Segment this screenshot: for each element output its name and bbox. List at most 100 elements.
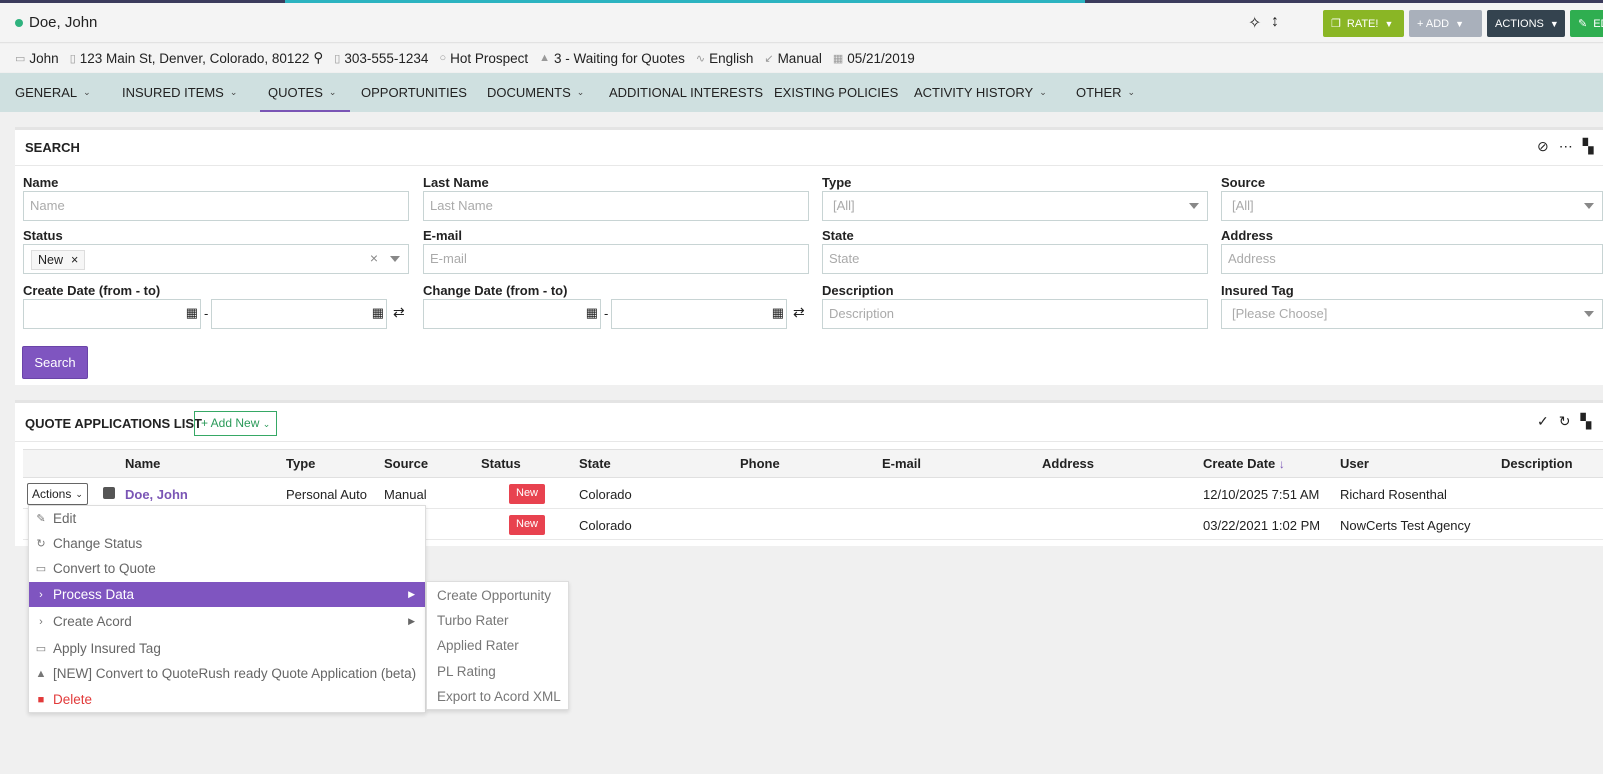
rate-button[interactable]: ❐ RATE! ▼ [1323, 10, 1404, 37]
last-name-input[interactable]: Last Name [423, 191, 809, 221]
submenu-arrow-icon: ▶ [408, 589, 415, 599]
submenu-pl-rating[interactable]: PL Rating [427, 659, 568, 684]
change-date-from[interactable]: ▦ [423, 299, 601, 329]
col-state[interactable]: State [579, 456, 611, 471]
map-pin-icon[interactable]: ⚲ [313, 50, 323, 66]
tab-activity-history[interactable]: ACTIVITY HISTORY ⌄ [914, 73, 1047, 112]
col-description[interactable]: Description [1501, 456, 1573, 471]
tab-existing-policies[interactable]: EXISTING POLICIES [774, 73, 898, 112]
row-create-date: 12/10/2025 7:51 AM [1203, 487, 1320, 502]
submenu-create-opportunity[interactable]: Create Opportunity [427, 583, 568, 608]
col-create-date[interactable]: Create Date ↓ [1203, 456, 1285, 471]
row-state: Colorado [579, 487, 632, 502]
actions-button[interactable]: ACTIONS ▼ [1487, 10, 1565, 37]
menu-item-edit[interactable]: ✎ Edit [29, 506, 425, 531]
tab-label: OPPORTUNITIES [361, 85, 467, 100]
caret-down-icon [1584, 203, 1594, 209]
menu-item-process-data[interactable]: › Process Data ▶ [29, 582, 425, 607]
caret-down-icon [390, 256, 400, 262]
menu-item-apply-insured-tag[interactable]: ▭ Apply Insured Tag [29, 636, 425, 661]
status-dot [15, 19, 23, 27]
menu-item-convert-quoterush[interactable]: ▲ [NEW] Convert to QuoteRush ready Quote … [29, 661, 425, 686]
circle-icon: ○ [439, 52, 447, 64]
description-input[interactable]: Description [822, 299, 1208, 329]
swap-icon[interactable]: ⇄ [793, 304, 805, 321]
calendar-icon: ▦ [832, 52, 844, 65]
change-date-to[interactable]: ▦ [611, 299, 787, 329]
more-icon[interactable]: ⋯ [1559, 138, 1573, 155]
menu-item-delete[interactable]: ■ Delete [29, 687, 425, 712]
col-source[interactable]: Source [384, 456, 428, 471]
email-input[interactable]: E-mail [423, 244, 809, 274]
tab-other[interactable]: OTHER ⌄ [1076, 73, 1135, 112]
last-name-label: Last Name [423, 175, 489, 190]
col-name[interactable]: Name [125, 456, 160, 471]
chevron-down-icon: ⌄ [75, 488, 83, 499]
tab-documents[interactable]: DOCUMENTS ⌄ [487, 73, 584, 112]
calendar-icon[interactable]: ▦ [772, 305, 784, 321]
menu-item-label: Change Status [53, 536, 143, 551]
status-badge: New [509, 484, 546, 504]
source-label: Source [1221, 175, 1266, 190]
submenu-turbo-rater[interactable]: Turbo Rater [427, 608, 568, 633]
menu-item-label: Convert to Quote [53, 561, 156, 576]
state-input[interactable]: State [822, 244, 1208, 274]
submenu-export-acord-xml[interactable]: Export to Acord XML [427, 684, 568, 709]
calendar-icon[interactable]: ▦ [586, 305, 598, 321]
calendar-icon[interactable]: ▦ [372, 305, 384, 321]
expand-vertical-icon[interactable]: ↕ [1271, 13, 1279, 31]
add-button[interactable]: + ADD ▼ [1409, 10, 1482, 37]
row-name-link[interactable]: Doe, John [125, 487, 188, 502]
name-input[interactable]: Name [23, 191, 409, 221]
remove-tag-icon[interactable]: × [71, 253, 78, 267]
insured-tag-select[interactable]: [Please Choose] [1221, 299, 1603, 329]
check-icon[interactable]: ✓ [1537, 413, 1549, 430]
tab-quotes[interactable]: QUOTES ⌄ [259, 73, 352, 112]
status-tag-label: New [38, 253, 64, 267]
actions-label: ACTIONS [1495, 17, 1544, 30]
process-data-submenu: Create Opportunity Turbo Rater Applied R… [426, 581, 569, 710]
tab-label: EXISTING POLICIES [774, 85, 899, 100]
submenu-applied-rater[interactable]: Applied Rater [427, 633, 568, 658]
menu-item-create-acord[interactable]: › Create Acord ▶ [29, 609, 425, 634]
status-label: Status [23, 228, 63, 243]
col-create-date-label: Create Date [1203, 456, 1276, 471]
refresh-icon[interactable]: ↻ [1559, 413, 1571, 430]
source-select[interactable]: [All] [1221, 191, 1603, 221]
col-phone[interactable]: Phone [740, 456, 780, 471]
col-status[interactable]: Status [481, 456, 521, 471]
layout-icon[interactable]: ▚ [1583, 138, 1594, 155]
menu-item-change-status[interactable]: ↻ Change Status [29, 531, 425, 556]
row-actions-button[interactable]: Actions ⌄ [27, 483, 88, 505]
tab-insured-items[interactable]: INSURED ITEMS ⌄ [122, 73, 237, 112]
search-button[interactable]: Search [22, 346, 88, 379]
col-type[interactable]: Type [286, 456, 315, 471]
type-select[interactable]: [All] [822, 191, 1208, 221]
info-first-name: John [29, 50, 59, 66]
info-stage: 3 - Waiting for Quotes [554, 50, 685, 66]
tab-opportunities[interactable]: OPPORTUNITIES [361, 73, 467, 112]
layout-icon[interactable]: ▚ [1580, 413, 1591, 430]
tab-additional-interests[interactable]: ADDITIONAL INTERESTS [609, 73, 763, 112]
ban-icon[interactable]: ⊘ [1537, 138, 1549, 155]
col-email[interactable]: E-mail [882, 456, 921, 471]
clear-icon[interactable]: × [370, 250, 378, 266]
edit-button[interactable]: ✎ ED [1570, 10, 1603, 37]
tab-general[interactable]: GENERAL ⌄ [15, 73, 91, 112]
tag-icon: ▭ [35, 563, 47, 575]
chevron-down-icon: ⌄ [576, 87, 585, 97]
sparkle-icon[interactable]: ✧ [1248, 13, 1261, 33]
col-user[interactable]: User [1340, 456, 1369, 471]
add-new-button[interactable]: + Add New ⌄ [194, 411, 278, 436]
status-multiselect[interactable]: New × × [23, 244, 409, 274]
chevron-down-icon: ⌄ [1127, 87, 1136, 97]
swap-icon[interactable]: ⇄ [393, 304, 405, 321]
col-address[interactable]: Address [1042, 456, 1094, 471]
chevron-down-icon: ⌄ [83, 87, 91, 97]
create-date-from[interactable]: ▦ [23, 299, 201, 329]
menu-item-convert-to-quote[interactable]: ▭ Convert to Quote [29, 556, 425, 581]
create-date-to[interactable]: ▦ [211, 299, 387, 329]
date-separator: - [604, 306, 609, 321]
calendar-icon[interactable]: ▦ [186, 305, 198, 321]
address-input[interactable]: Address [1221, 244, 1603, 274]
